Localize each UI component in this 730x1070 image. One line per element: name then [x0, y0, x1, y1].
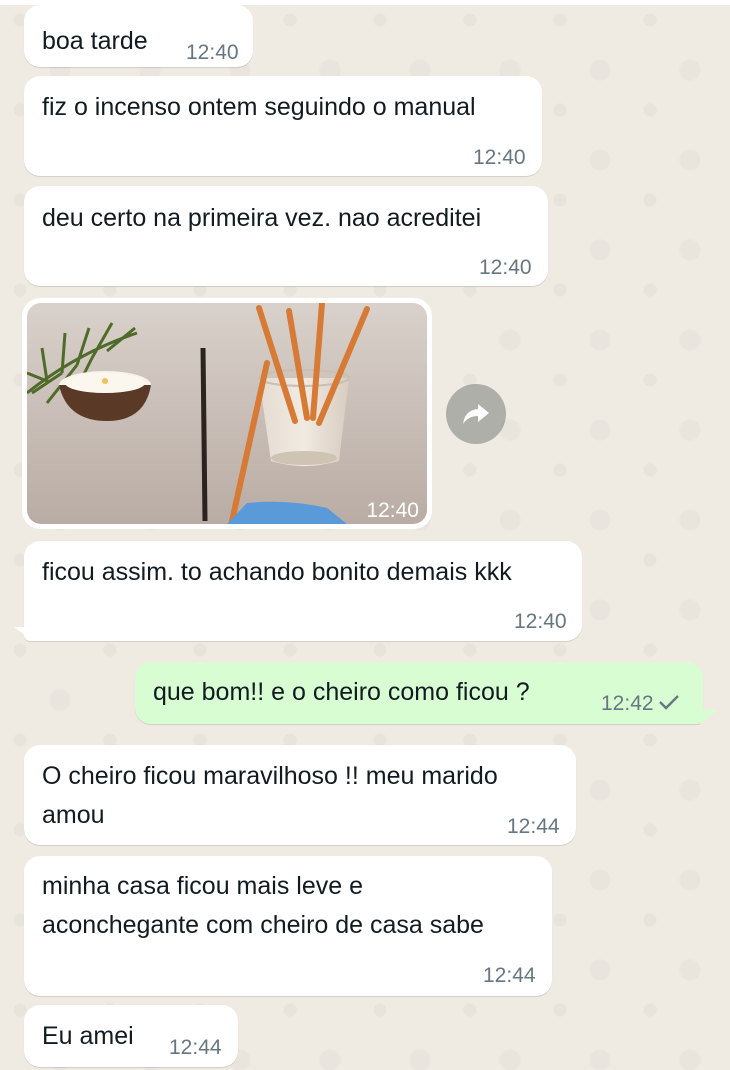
message-bubble-incoming[interactable]: minha casa ficou mais leve e aconchegant… [24, 856, 552, 996]
message-bubble-outgoing[interactable]: que bom!! e o cheiro como ficou ? 12:42 [135, 662, 703, 724]
message-text: Eu amei [42, 1022, 134, 1050]
message-text-line: amou [42, 801, 105, 829]
bubble-tail [14, 627, 32, 641]
message-bubble-incoming[interactable]: O cheiro ficou maravilhoso !! meu marido… [24, 745, 576, 845]
message-time: 12:40 [473, 146, 526, 169]
message-time-text: 12:42 [601, 692, 654, 715]
message-time: 12:42 [601, 692, 680, 716]
message-bubble-incoming[interactable]: Eu amei 12:44 [24, 1005, 238, 1067]
message-time: 12:44 [483, 964, 536, 987]
message-text: fiz o incenso ontem seguindo o manual [42, 93, 476, 121]
message-bubble-incoming[interactable]: fiz o incenso ontem seguindo o manual 12… [24, 76, 542, 176]
forward-button[interactable] [446, 384, 506, 444]
message-bubble-incoming[interactable]: boa tarde 12:40 [24, 5, 253, 67]
message-time: 12:40 [479, 256, 532, 279]
message-text: boa tarde [42, 27, 148, 55]
message-time: 12:40 [186, 41, 239, 64]
message-time: 12:44 [507, 815, 560, 838]
message-text: deu certo na primeira vez. nao acreditei [42, 204, 482, 232]
message-bubble-incoming[interactable]: deu certo na primeira vez. nao acreditei… [24, 186, 548, 286]
photo-message[interactable]: 12:40 [22, 298, 432, 529]
message-text-line: minha casa ficou mais leve e [42, 872, 363, 900]
message-text: ficou assim. to achando bonito demais kk… [42, 558, 512, 586]
message-bubble-incoming[interactable]: ficou assim. to achando bonito demais kk… [24, 541, 582, 641]
message-time: 12:40 [514, 610, 567, 633]
incense-photo[interactable]: 12:40 [27, 303, 427, 524]
message-text: que bom!! e o cheiro como ficou ? [153, 678, 530, 706]
message-time: 12:44 [169, 1036, 222, 1059]
message-text-line: aconchegante com cheiro de casa sabe [42, 911, 484, 939]
bubble-tail [700, 710, 718, 724]
photo-time: 12:40 [366, 499, 419, 522]
single-check-icon [658, 692, 680, 716]
message-text-line: O cheiro ficou maravilhoso !! meu marido [42, 762, 498, 790]
forward-icon [463, 404, 489, 424]
